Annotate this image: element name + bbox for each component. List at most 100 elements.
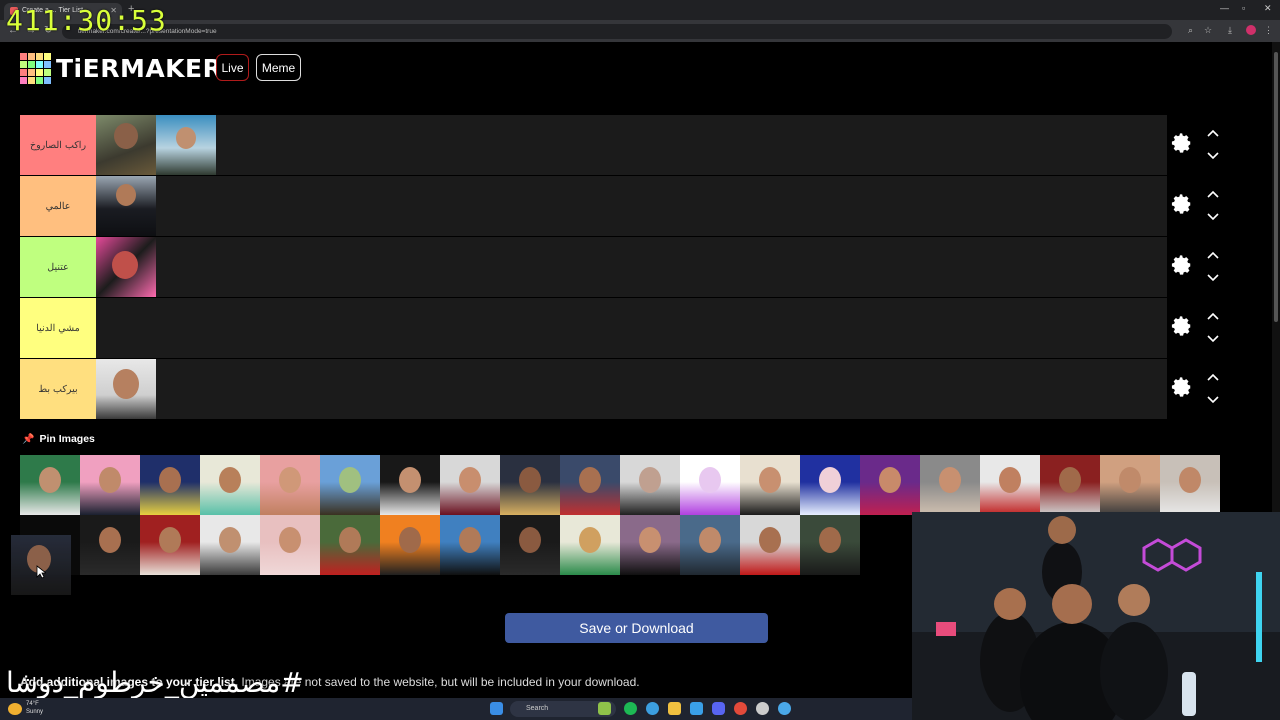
pool-image[interactable]: [80, 515, 140, 575]
tier-label[interactable]: مشي الدنيا: [20, 298, 96, 358]
logo-grid-cell: [20, 76, 27, 84]
pool-image[interactable]: [440, 455, 500, 515]
pool-image[interactable]: [1160, 455, 1220, 515]
pool-image[interactable]: [380, 455, 440, 515]
chevron-down-icon[interactable]: [1207, 335, 1219, 343]
pool-image[interactable]: [260, 455, 320, 515]
pool-image[interactable]: [380, 515, 440, 575]
chrome-icon[interactable]: [734, 702, 747, 715]
file-explorer-icon[interactable]: [668, 702, 681, 715]
app-icon[interactable]: [778, 702, 791, 715]
pin-images-toggle[interactable]: 📌 Pin Images: [22, 433, 95, 445]
tier-items[interactable]: [96, 115, 216, 175]
gear-icon[interactable]: [1171, 254, 1193, 276]
windows-start-icon[interactable]: [490, 702, 503, 715]
tier-image[interactable]: [156, 115, 216, 175]
pool-image-face: [159, 527, 181, 553]
weather-sun-icon[interactable]: [8, 703, 22, 715]
gear-icon[interactable]: [1171, 132, 1193, 154]
tier-items[interactable]: [96, 176, 156, 236]
pool-image[interactable]: [320, 515, 380, 575]
pool-image[interactable]: [20, 455, 80, 515]
tier-items[interactable]: [96, 237, 156, 297]
profile-avatar[interactable]: [1246, 25, 1256, 35]
pool-image-face: [579, 467, 601, 493]
zoom-icon[interactable]: ⌕: [1188, 25, 1193, 36]
gear-icon[interactable]: [1171, 193, 1193, 215]
pool-image[interactable]: [140, 455, 200, 515]
pool-image[interactable]: [860, 455, 920, 515]
pool-image[interactable]: [260, 515, 320, 575]
pool-image[interactable]: [620, 455, 680, 515]
pool-image[interactable]: [680, 515, 740, 575]
scrollbar-thumb[interactable]: [1274, 52, 1278, 322]
chevron-down-icon[interactable]: [1207, 213, 1219, 221]
page-scrollbar[interactable]: [1272, 42, 1280, 512]
pool-image[interactable]: [740, 455, 800, 515]
url-field[interactable]: tiermaker.com/create/...?presentationMod…: [62, 24, 1172, 39]
tier-image[interactable]: [96, 115, 156, 175]
pool-image-face: [879, 467, 901, 493]
gear-icon[interactable]: [1171, 376, 1193, 398]
logo-grid-cell: [36, 68, 43, 76]
tier-controls: [1171, 176, 1221, 236]
close-window-icon[interactable]: ✕: [1264, 3, 1272, 14]
pool-image[interactable]: [680, 455, 740, 515]
pool-image[interactable]: [140, 515, 200, 575]
tier-label[interactable]: عالمي: [20, 176, 96, 236]
tiermaker-logo[interactable]: TiERMAKER: [20, 52, 222, 84]
pool-image-face: [519, 527, 541, 553]
chevron-up-icon[interactable]: [1207, 190, 1219, 198]
gear-icon[interactable]: [1171, 315, 1193, 337]
obs-icon[interactable]: [756, 702, 769, 715]
pool-image[interactable]: [1040, 455, 1100, 515]
save-or-download-button[interactable]: Save or Download: [505, 613, 768, 643]
download-icon[interactable]: ⤓: [1228, 25, 1232, 36]
weather-temp: 74°F: [26, 701, 39, 707]
minimize-icon[interactable]: —: [1220, 3, 1229, 13]
live-button[interactable]: Live: [216, 54, 249, 81]
tier-image[interactable]: [96, 237, 156, 297]
tier-image[interactable]: [96, 176, 156, 236]
tier-label[interactable]: راكب الصاروخ: [20, 115, 96, 175]
chevron-down-icon[interactable]: [1207, 396, 1219, 404]
copilot-icon[interactable]: [598, 702, 611, 715]
pool-image[interactable]: [800, 455, 860, 515]
spotify-icon[interactable]: [624, 702, 637, 715]
pool-image[interactable]: [440, 515, 500, 575]
maximize-icon[interactable]: ▫: [1242, 3, 1245, 13]
pool-image[interactable]: [800, 515, 860, 575]
pool-image[interactable]: [500, 455, 560, 515]
pool-image[interactable]: [980, 455, 1040, 515]
pool-image[interactable]: [620, 515, 680, 575]
pool-image[interactable]: [560, 455, 620, 515]
pool-image-face: [999, 467, 1021, 493]
chevron-up-icon[interactable]: [1207, 129, 1219, 137]
pool-image[interactable]: [500, 515, 560, 575]
pool-image[interactable]: [560, 515, 620, 575]
chevron-up-icon[interactable]: [1207, 373, 1219, 381]
pool-image-face: [699, 527, 721, 553]
pool-image[interactable]: [1100, 455, 1160, 515]
pool-image[interactable]: [200, 455, 260, 515]
chevron-down-icon[interactable]: [1207, 274, 1219, 282]
chevron-down-icon[interactable]: [1207, 152, 1219, 160]
store-icon[interactable]: [690, 702, 703, 715]
tier-image[interactable]: [96, 359, 156, 419]
meme-button[interactable]: Meme: [256, 54, 301, 81]
tier-items[interactable]: [96, 359, 156, 419]
weather-widget[interactable]: 74°F Sunny: [26, 700, 43, 716]
tier-label[interactable]: عتنيل: [20, 237, 96, 297]
discord-icon[interactable]: [712, 702, 725, 715]
edge-icon[interactable]: [646, 702, 659, 715]
pool-image[interactable]: [740, 515, 800, 575]
bookmark-star-icon[interactable]: ☆: [1204, 25, 1212, 36]
menu-dots-icon[interactable]: ⋮: [1264, 25, 1273, 36]
chevron-up-icon[interactable]: [1207, 312, 1219, 320]
pool-image[interactable]: [80, 455, 140, 515]
pool-image[interactable]: [320, 455, 380, 515]
tier-label[interactable]: بيركب بط: [20, 359, 96, 419]
pool-image[interactable]: [200, 515, 260, 575]
pool-image[interactable]: [920, 455, 980, 515]
chevron-up-icon[interactable]: [1207, 251, 1219, 259]
